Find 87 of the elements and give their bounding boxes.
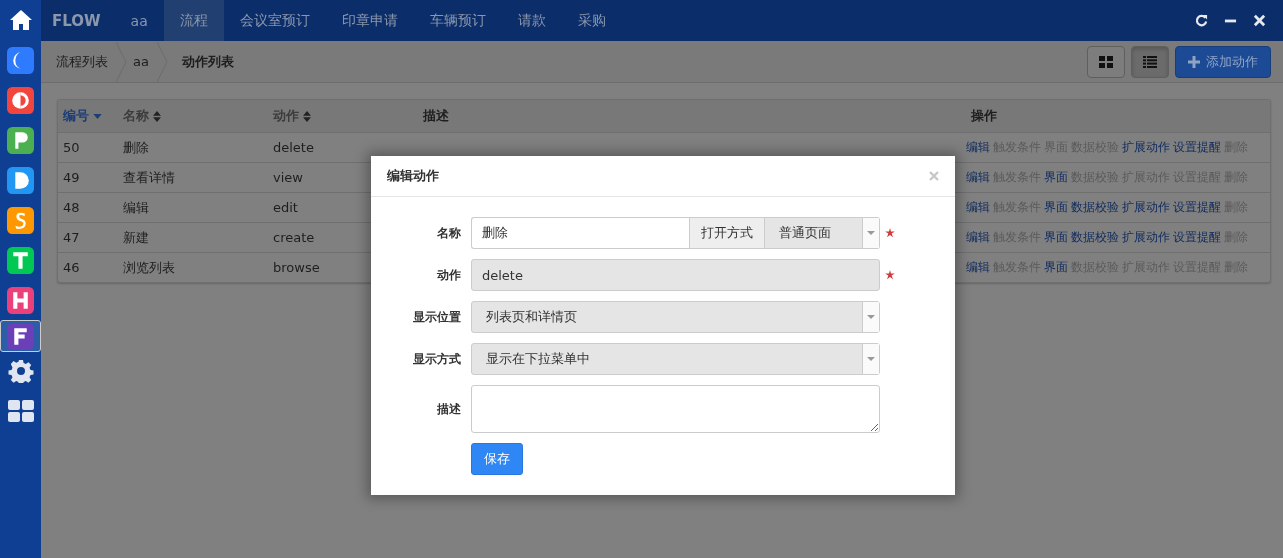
- breadcrumb-link[interactable]: 流程列表: [56, 52, 116, 71]
- table-cell: 46: [63, 260, 80, 275]
- action-link[interactable]: 编辑: [966, 169, 990, 186]
- action-link[interactable]: 设置提醒: [1173, 199, 1221, 216]
- refresh-icon[interactable]: [1195, 14, 1208, 27]
- dialog-title: 编辑动作: [387, 167, 439, 185]
- column-header[interactable]: 编号: [63, 107, 89, 125]
- plus-icon: [1188, 55, 1200, 68]
- table-cell: 47: [63, 230, 80, 245]
- action-link[interactable]: 界面: [1044, 259, 1068, 276]
- nav-tab[interactable]: aa: [114, 0, 164, 41]
- table-cell: 48: [63, 200, 80, 215]
- nav-tab[interactable]: 流程: [163, 0, 224, 41]
- action-link[interactable]: 编辑: [966, 259, 990, 276]
- action-link[interactable]: 编辑: [966, 199, 990, 216]
- breadcrumb-link[interactable]: aa: [133, 54, 157, 69]
- action-link[interactable]: 扩展动作: [1122, 199, 1170, 216]
- table-cell: view: [273, 170, 303, 185]
- column-header: 描述: [423, 107, 449, 125]
- nav-tab[interactable]: 车辆预订: [413, 0, 502, 41]
- list-icon: [1143, 55, 1157, 68]
- tee-app-icon[interactable]: [7, 246, 34, 274]
- action-link[interactable]: 设置提醒: [1173, 229, 1221, 246]
- column-header[interactable]: 名称: [123, 107, 149, 125]
- grid-view-button[interactable]: [1087, 45, 1125, 78]
- name-field[interactable]: 删除: [471, 217, 689, 249]
- caret-icon: [867, 315, 875, 319]
- field-label: 名称: [436, 224, 462, 242]
- grid-icon: [1099, 55, 1113, 68]
- table-cell: 49: [63, 170, 80, 185]
- field-label: 动作: [436, 266, 462, 284]
- action-link[interactable]: 数据校验: [1071, 229, 1119, 246]
- caret-icon: [867, 231, 875, 235]
- action-link[interactable]: 扩展动作: [1122, 229, 1170, 246]
- action-link[interactable]: 数据校验: [1071, 199, 1119, 216]
- list-view-button[interactable]: [1131, 45, 1169, 78]
- split-circle-app-icon[interactable]: [7, 86, 34, 114]
- select-field[interactable]: 列表页和详情页: [471, 301, 880, 333]
- action-link[interactable]: 编辑: [966, 229, 990, 246]
- field-label: 显示方式: [412, 350, 462, 368]
- action-link[interactable]: 界面: [1044, 199, 1068, 216]
- action-link[interactable]: 扩展动作: [1122, 139, 1170, 156]
- zigzag-app-icon[interactable]: [7, 206, 34, 234]
- table-cell: 新建: [123, 228, 149, 247]
- table-cell: delete: [273, 140, 314, 155]
- crescent-app-icon[interactable]: [7, 46, 34, 74]
- close-icon[interactable]: [1253, 14, 1266, 27]
- ladder-app-icon[interactable]: [7, 286, 34, 314]
- action-link[interactable]: 设置提醒: [1173, 139, 1221, 156]
- action-link[interactable]: 编辑: [966, 139, 990, 156]
- breadcrumb-current: 动作列表: [180, 52, 235, 71]
- table-cell: 编辑: [123, 198, 149, 217]
- description-field[interactable]: [471, 385, 880, 433]
- table-cell: edit: [273, 200, 298, 215]
- home-icon[interactable]: [8, 9, 33, 31]
- add-action-button[interactable]: 添加动作: [1175, 45, 1271, 78]
- brand-title: FLOW: [51, 10, 102, 32]
- table-cell: 查看详情: [123, 168, 175, 187]
- nav-tab[interactable]: 采购: [561, 0, 622, 41]
- table-cell: browse: [273, 260, 320, 275]
- nav-tab[interactable]: 印章申请: [325, 0, 414, 41]
- sort-icon: [153, 110, 161, 122]
- action-link[interactable]: 界面: [1044, 169, 1068, 186]
- grid-icon[interactable]: [7, 399, 34, 423]
- open-mode-select[interactable]: 普通页面: [765, 217, 880, 249]
- save-button[interactable]: 保存: [471, 443, 523, 475]
- action-link[interactable]: 界面: [1044, 229, 1068, 246]
- select-field[interactable]: 显示在下拉菜单中: [471, 343, 880, 375]
- caret-icon: [867, 357, 875, 361]
- settings-icon[interactable]: [7, 359, 34, 383]
- nav-tab[interactable]: 请款: [501, 0, 562, 41]
- table-cell: 删除: [123, 138, 149, 157]
- nav-tab[interactable]: 会议室预订: [223, 0, 326, 41]
- column-header[interactable]: 动作: [273, 107, 299, 125]
- field-addon: 打开方式: [689, 217, 765, 249]
- column-header: 操作: [971, 107, 997, 125]
- field-label: 描述: [436, 400, 462, 418]
- dome-app-icon[interactable]: [7, 166, 34, 194]
- field-label: 显示位置: [412, 308, 462, 326]
- table-cell: 浏览列表: [123, 258, 175, 277]
- action-field[interactable]: delete: [471, 259, 880, 291]
- flag-app-icon[interactable]: [7, 126, 34, 154]
- table-cell: 50: [63, 140, 80, 155]
- fork-app-icon[interactable]: [7, 322, 34, 350]
- sort-desc-icon: [93, 113, 102, 119]
- sort-icon: [303, 110, 311, 122]
- table-cell: create: [273, 230, 315, 245]
